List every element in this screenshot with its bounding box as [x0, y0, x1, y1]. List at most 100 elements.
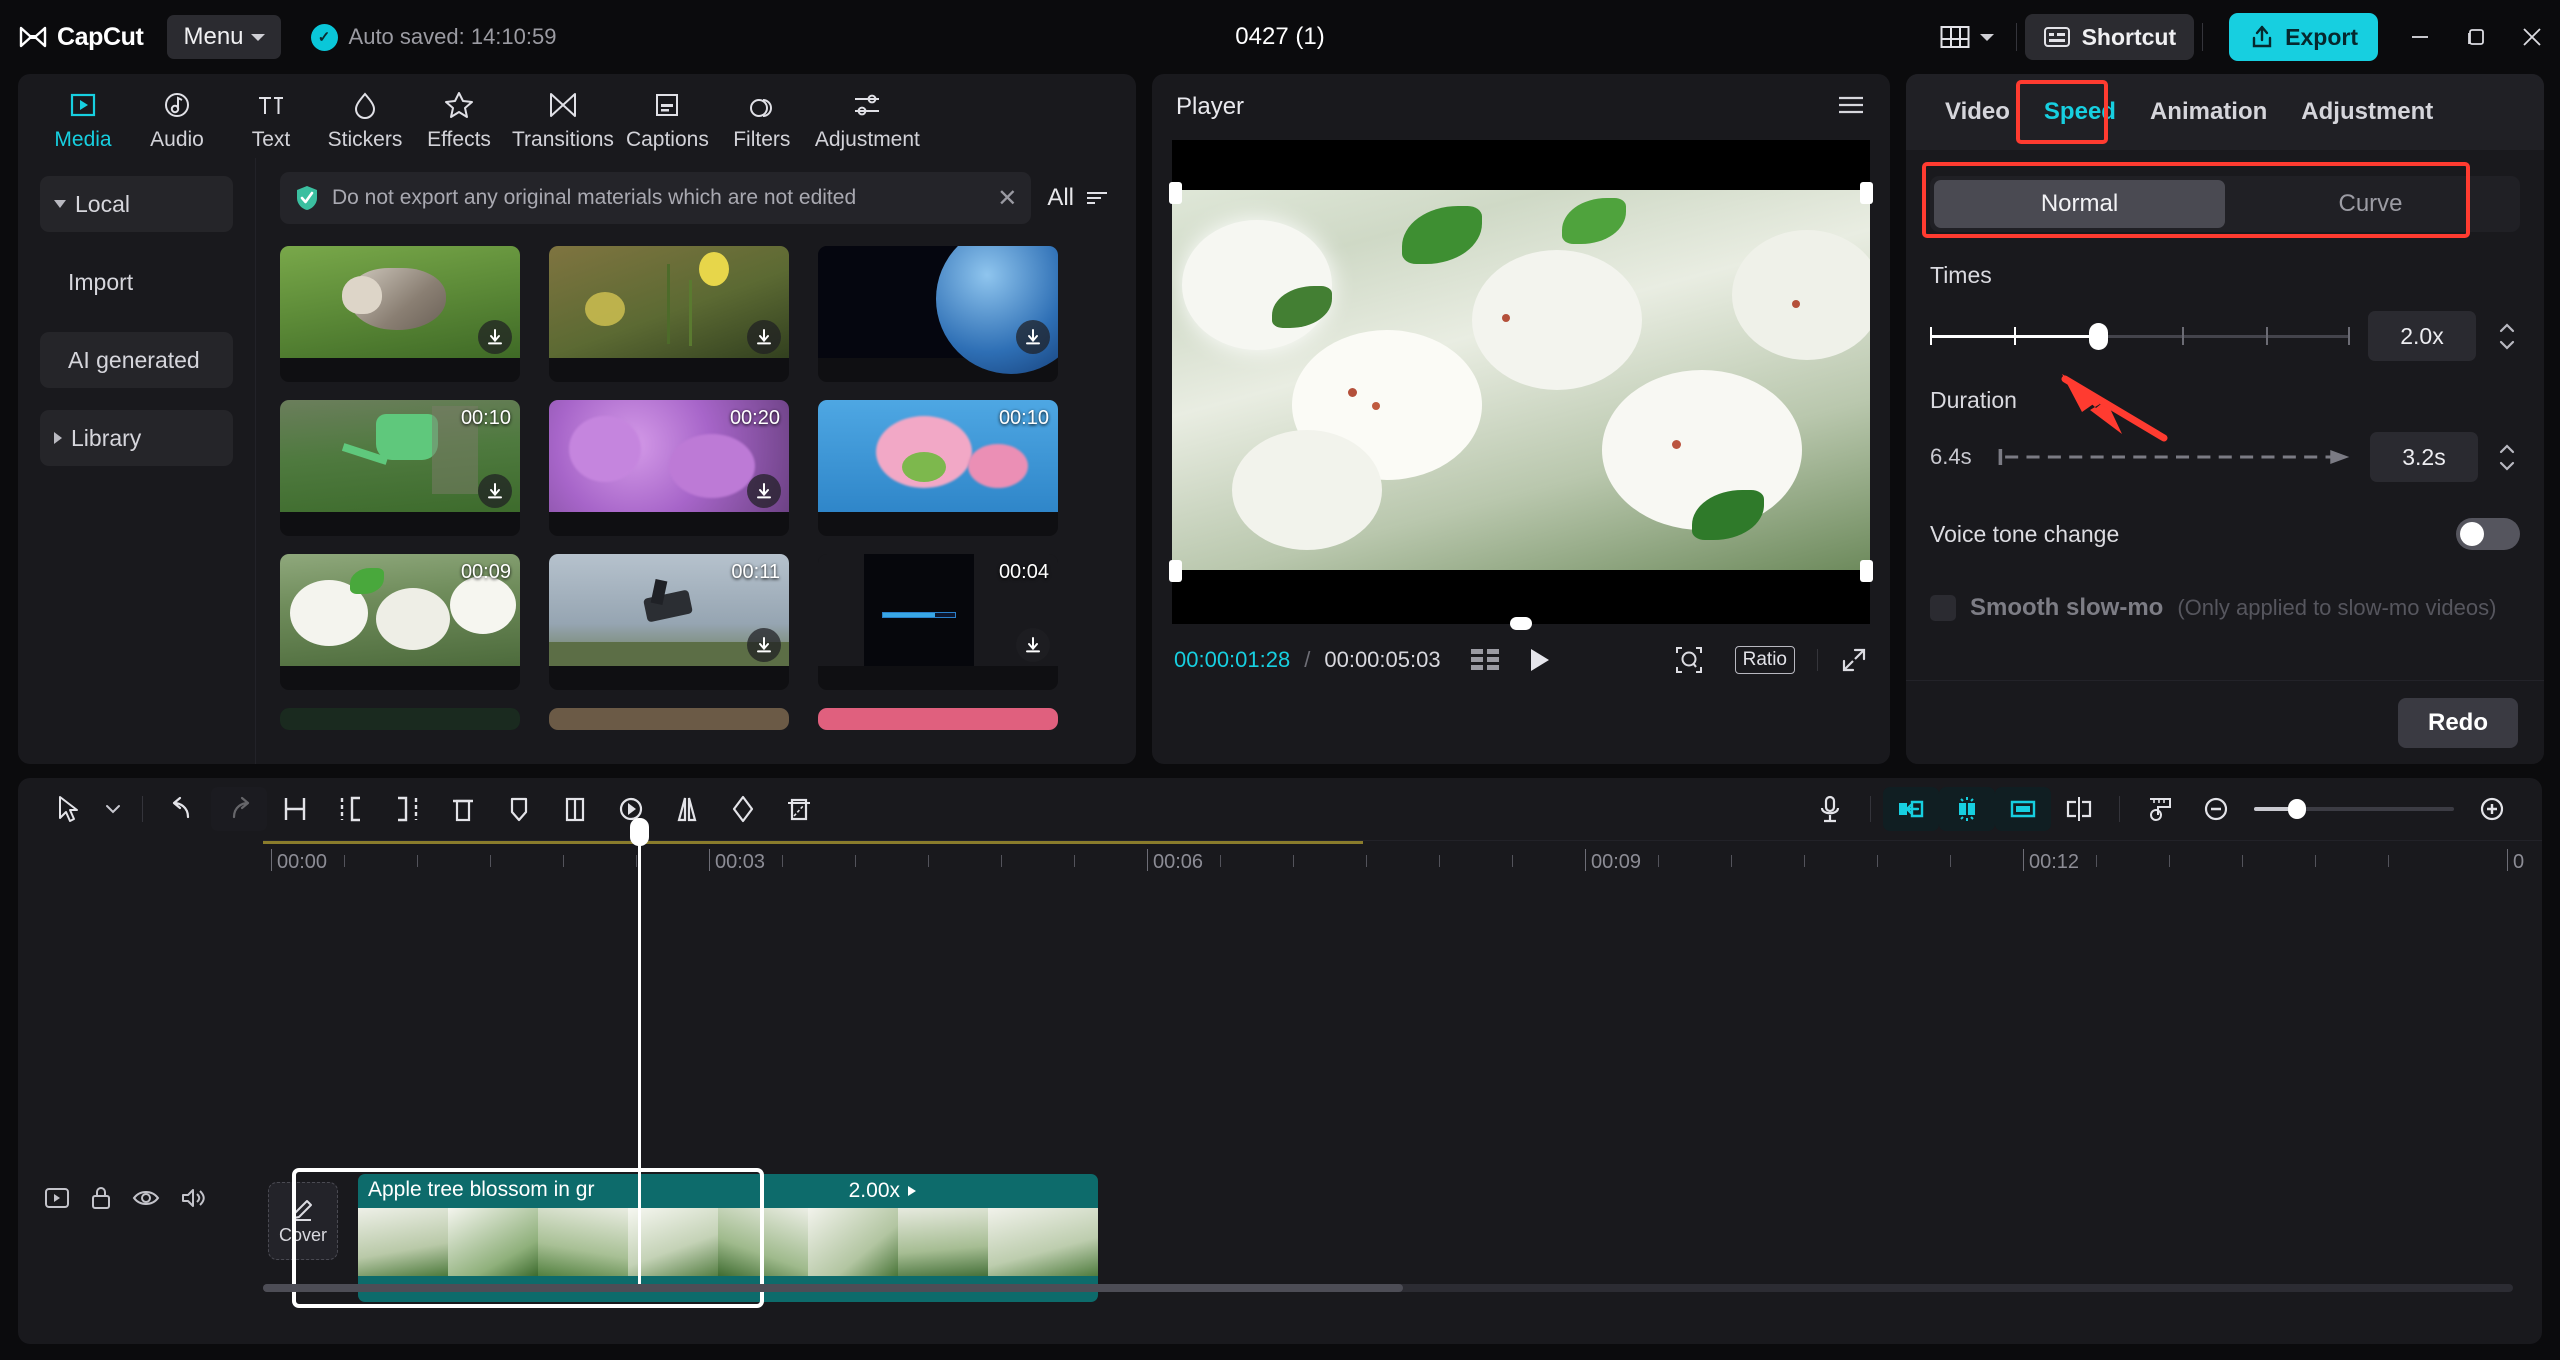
download-icon[interactable]	[747, 628, 781, 662]
media-item[interactable]: 00:04	[818, 554, 1058, 690]
nav-item-text[interactable]: Text	[224, 82, 318, 152]
frames-icon[interactable]	[1469, 647, 1501, 673]
media-item[interactable]	[818, 246, 1058, 382]
filter-all-button[interactable]: All	[1047, 184, 1116, 212]
export-button[interactable]: Export	[2229, 13, 2378, 61]
track-visibility-icon[interactable]	[132, 1186, 160, 1215]
speed-mode-curve[interactable]: Curve	[2225, 180, 2516, 228]
playhead[interactable]	[630, 818, 649, 1290]
fullscreen-icon[interactable]	[1840, 646, 1868, 674]
minimize-button[interactable]	[2392, 0, 2448, 74]
media-item[interactable]	[549, 246, 789, 382]
zoom-out-icon[interactable]	[2188, 787, 2244, 831]
media-item[interactable]: 00:10	[280, 400, 520, 536]
tab-animation[interactable]: Animation	[2133, 88, 2284, 136]
voice-tone-toggle[interactable]	[2456, 518, 2520, 550]
times-value[interactable]: 2.0x	[2368, 311, 2476, 361]
nav-item-media[interactable]: Media	[36, 82, 130, 152]
sidebar-item-import[interactable]: Import	[40, 254, 233, 310]
close-button[interactable]	[2504, 0, 2560, 74]
crop-handle-top-left[interactable]	[1169, 182, 1182, 204]
download-icon[interactable]	[478, 320, 512, 354]
duration-spinner[interactable]	[2494, 432, 2520, 482]
layout-switch-button[interactable]	[1926, 24, 2008, 50]
trim-right-icon[interactable]	[379, 787, 435, 831]
timeline-clip[interactable]: Apple tree blossom in gr 2.00x	[358, 1174, 1098, 1302]
media-item[interactable]	[818, 708, 1058, 730]
download-icon[interactable]	[478, 474, 512, 508]
crop-handle-bottom-center[interactable]	[1510, 617, 1532, 630]
trim-left-icon[interactable]	[323, 787, 379, 831]
track-lock-icon[interactable]	[90, 1186, 112, 1215]
shortcut-button[interactable]: Shortcut	[2024, 14, 2195, 60]
scrollbar-thumb[interactable]	[263, 1284, 1403, 1292]
media-item[interactable]: 00:10	[818, 400, 1058, 536]
sidebar-item-library[interactable]: Library	[40, 410, 233, 466]
redo-button[interactable]: Redo	[2398, 697, 2518, 748]
speed-mode-normal[interactable]: Normal	[1934, 180, 2225, 228]
menu-button[interactable]: Menu	[167, 15, 281, 59]
tool-dropdown-caret-icon[interactable]	[96, 787, 130, 831]
crop-handle-bottom-right[interactable]	[1860, 560, 1873, 582]
microphone-icon[interactable]	[1802, 787, 1858, 831]
tab-adjustment[interactable]: Adjustment	[2284, 88, 2450, 136]
select-arrow-icon[interactable]	[40, 787, 96, 831]
freeze-frame-icon[interactable]	[547, 787, 603, 831]
snap-left-icon[interactable]	[1883, 787, 1939, 831]
media-item[interactable]	[549, 708, 789, 730]
maximize-button[interactable]	[2448, 0, 2504, 74]
timeline-hscrollbar[interactable]	[263, 1284, 2513, 1292]
split-icon[interactable]	[267, 787, 323, 831]
times-spinner[interactable]	[2494, 311, 2520, 361]
times-slider[interactable]	[1930, 323, 2350, 350]
times-slider-knob[interactable]	[2089, 323, 2108, 350]
download-icon[interactable]	[747, 474, 781, 508]
zoom-in-icon[interactable]	[2464, 787, 2520, 831]
media-item[interactable]: 00:20	[549, 400, 789, 536]
media-item[interactable]	[280, 246, 520, 382]
nav-item-audio[interactable]: Audio	[130, 82, 224, 152]
marker-icon[interactable]	[491, 787, 547, 831]
link-clips-icon[interactable]	[2051, 787, 2107, 831]
timeline-ruler[interactable]: 00:00 00:03 00:06 00:09 00:12 0	[263, 840, 2542, 886]
media-item[interactable]: 00:09	[280, 554, 520, 690]
download-icon[interactable]	[1016, 628, 1050, 662]
close-icon[interactable]: ✕	[989, 184, 1017, 213]
preview-stage[interactable]	[1169, 140, 1873, 630]
zoom-knob[interactable]	[2288, 799, 2306, 819]
smooth-slowmo-checkbox[interactable]	[1930, 595, 1956, 621]
play-icon[interactable]	[1527, 646, 1553, 674]
ratio-button[interactable]: Ratio	[1734, 646, 1795, 674]
crop-icon[interactable]	[771, 787, 827, 831]
hamburger-icon[interactable]	[1836, 94, 1866, 121]
redo-icon[interactable]	[211, 787, 267, 831]
playhead-handle[interactable]	[630, 818, 649, 846]
clip-speed-badge[interactable]: 2.00x	[849, 1179, 918, 1203]
nav-item-stickers[interactable]: Stickers	[318, 82, 412, 152]
tab-speed[interactable]: Speed	[2027, 88, 2133, 136]
crop-handle-top-right[interactable]	[1860, 182, 1873, 204]
ruler-adjust-icon[interactable]	[2132, 787, 2188, 831]
sidebar-item-ai-generated[interactable]: AI generated	[40, 332, 233, 388]
timeline-zoom-slider[interactable]	[2254, 799, 2454, 819]
auto-snap-icon[interactable]	[1939, 787, 1995, 831]
sidebar-item-local[interactable]: Local	[40, 176, 233, 232]
nav-item-adjustment[interactable]: Adjustment	[809, 82, 926, 152]
nav-item-captions[interactable]: Captions	[620, 82, 715, 152]
crop-handle-bottom-left[interactable]	[1169, 560, 1182, 582]
delete-icon[interactable]	[435, 787, 491, 831]
magnifier-icon[interactable]	[1673, 645, 1705, 675]
nav-item-effects[interactable]: Effects	[412, 82, 506, 152]
duration-value[interactable]: 3.2s	[2370, 432, 2478, 482]
nav-item-transitions[interactable]: Transitions	[506, 82, 620, 152]
undo-icon[interactable]	[155, 787, 211, 831]
track-preview-icon[interactable]	[44, 1186, 70, 1215]
download-icon[interactable]	[1016, 320, 1050, 354]
rotate-icon[interactable]	[715, 787, 771, 831]
tab-video[interactable]: Video	[1928, 88, 2027, 136]
media-item[interactable]: 00:11	[549, 554, 789, 690]
nav-item-filters[interactable]: Filters	[715, 82, 809, 152]
snap-right-icon[interactable]	[1995, 787, 2051, 831]
mirror-icon[interactable]	[659, 787, 715, 831]
track-volume-icon[interactable]	[180, 1186, 206, 1215]
